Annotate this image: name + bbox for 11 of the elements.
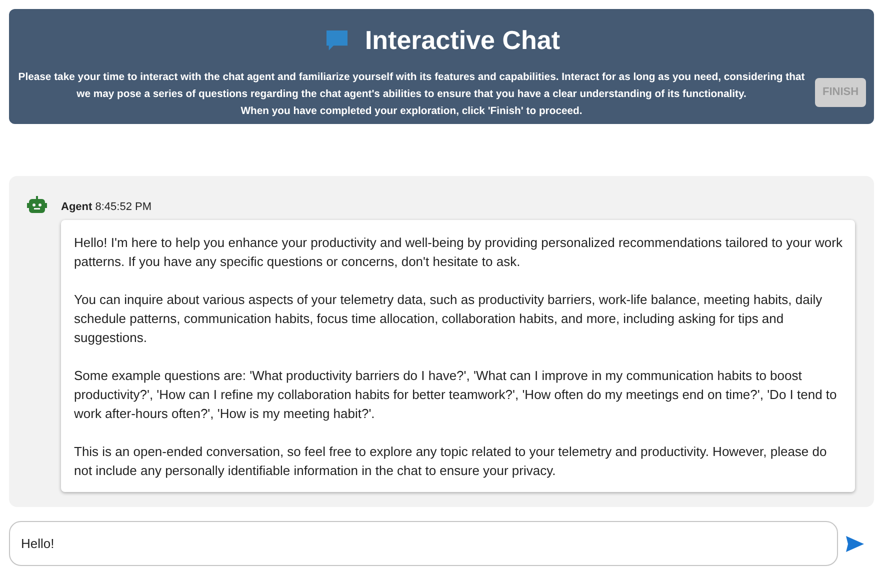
instructions-text: Please take your time to interact with the chat agent and familiarize yourself with its features and capabilities. Interact for as long as you need, considering that we may pose a series of questions regarding the chat agent's abilities to ensure that you have a clear understanding of its functionality. (17, 71, 806, 102)
message-paragraph: You can inquire about various aspects of your telemetry data, such as productivity barriers, work-life balance, meeting habits, daily schedule patterns, communication habits, focus time allocation, collaboration habits, and more, including asking for tips and suggestions. (74, 291, 824, 347)
message-paragraph: This is an open-ended conversation, so feel free to explore any topic related to your telemetry and productivity. However, please do not include any personally identifiable information in the chat to ensure your privacy. (74, 443, 828, 480)
message-paragraph: Hello! I'm here to help you enhance your productivity and well-being by providing personalized recommendations tailored to your work patterns. If you have any specific questions or concerns, don't hesitate to ask. (74, 234, 843, 271)
send-icon[interactable] (846, 536, 864, 552)
message-input[interactable]: Hello! (9, 521, 838, 566)
page-title: Interactive Chat (364, 24, 560, 57)
instructions-text: When you have completed your exploration, click 'Finish' to proceed. (240, 105, 582, 119)
message-paragraph: Some example questions are: 'What productivity barriers do I have?', 'What can I improve in my communication habits to boost productivity?', 'How can I refine my collaboration habits for better teamwork?', 'How often do my meetings end on time?', 'Do I tend to work after-hours often?', 'How is my meeting habit?'. (74, 367, 838, 423)
robot-icon (27, 196, 47, 214)
message-meta: Agent 8:45:52 PM (61, 200, 152, 215)
